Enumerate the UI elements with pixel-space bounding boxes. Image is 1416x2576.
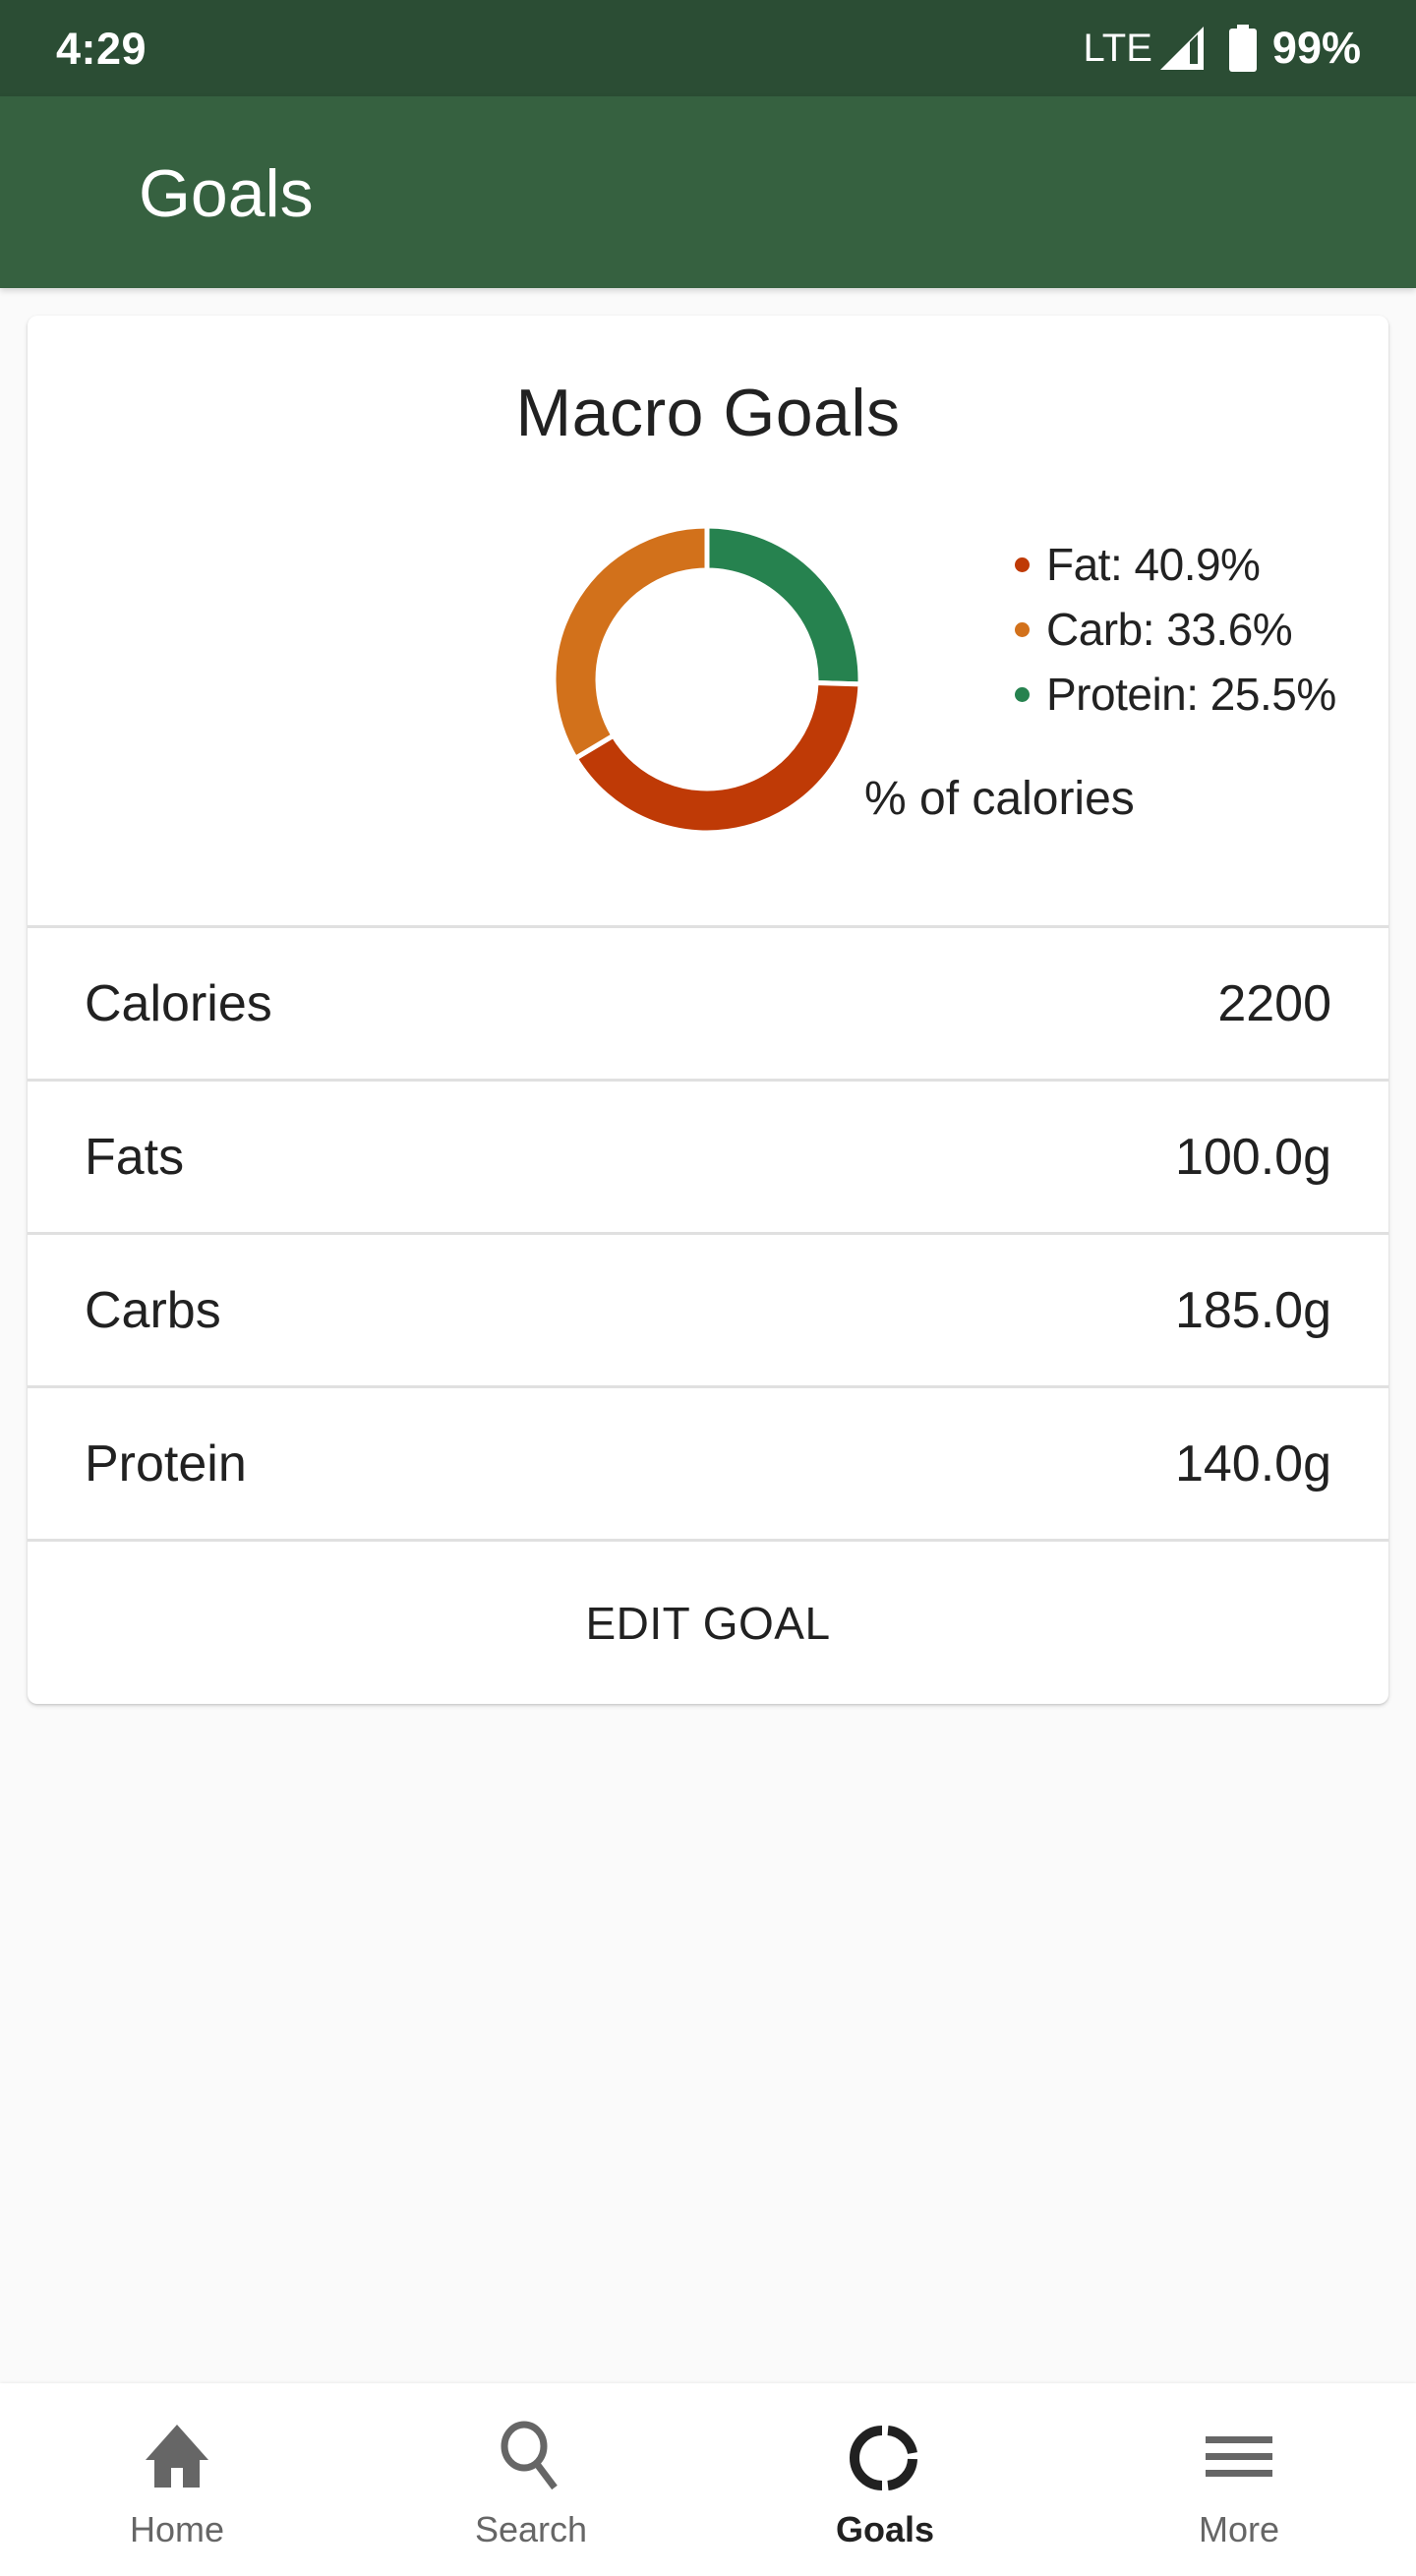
donut-slice-protein <box>704 523 863 687</box>
signal-icon <box>1159 27 1204 70</box>
legend-label: Fat: 40.9% <box>1046 539 1261 590</box>
chart-legend: Fat: 40.9% Carb: 33.6% Protein: 25.5% <box>1015 532 1336 727</box>
row-label: Protein <box>85 1434 247 1493</box>
nav-label: More <box>1198 2509 1280 2549</box>
row-value: 100.0g <box>1174 1128 1331 1186</box>
nav-label: Search <box>474 2509 588 2549</box>
goal-rows: Calories 2200 Fats 100.0g Carbs 185.0g P… <box>28 925 1388 1704</box>
goal-row-fats: Fats 100.0g <box>28 1079 1388 1232</box>
status-time: 4:29 <box>56 24 148 74</box>
legend-dot-carb <box>1015 621 1030 637</box>
donut-slice-fat <box>571 679 863 836</box>
macro-goals-card: Macro Goals Fat: 40.9% Carb: 33.6% Prote… <box>28 316 1388 1704</box>
network-type: LTE <box>1083 26 1152 70</box>
row-value: 185.0g <box>1174 1281 1331 1339</box>
bottom-nav: Home Search Goals More <box>0 2383 1416 2576</box>
battery-icon <box>1228 25 1257 72</box>
legend-label: Carb: 33.6% <box>1046 604 1293 655</box>
search-icon <box>501 2421 558 2490</box>
chart-caption: % of calories <box>864 773 1135 825</box>
goals-icon <box>850 2426 917 2490</box>
edit-goal-label: EDIT GOAL <box>585 1598 831 1649</box>
menu-icon <box>1206 2436 1272 2477</box>
goal-row-protein: Protein 140.0g <box>28 1385 1388 1539</box>
donut-slice-carb <box>551 523 710 762</box>
nav-label: Home <box>129 2509 225 2549</box>
legend-item-fat: Fat: 40.9% <box>1015 532 1336 597</box>
nav-item-search[interactable]: Search <box>354 2383 708 2576</box>
home-icon <box>146 2425 208 2488</box>
nav-item-home[interactable]: Home <box>0 2383 354 2576</box>
status-indicators: LTE 99% <box>1083 23 1361 73</box>
row-label: Carbs <box>85 1281 221 1339</box>
nav-item-goals[interactable]: Goals <box>708 2383 1062 2576</box>
status-bar: 4:29 LTE 99% <box>0 0 1416 96</box>
legend-dot-fat <box>1015 556 1030 572</box>
app-bar: Goals <box>0 96 1416 288</box>
legend-item-protein: Protein: 25.5% <box>1015 662 1336 727</box>
row-label: Fats <box>85 1128 185 1186</box>
macro-chart: Macro Goals Fat: 40.9% Carb: 33.6% Prote… <box>28 316 1388 925</box>
row-label: Calories <box>85 974 272 1032</box>
legend-dot-protein <box>1015 686 1030 702</box>
nav-item-more[interactable]: More <box>1062 2383 1416 2576</box>
row-value: 140.0g <box>1174 1434 1331 1493</box>
goal-row-carbs: Carbs 185.0g <box>28 1232 1388 1385</box>
legend-item-carb: Carb: 33.6% <box>1015 597 1336 662</box>
goal-row-calories: Calories 2200 <box>28 925 1388 1079</box>
page-title: Goals <box>139 156 314 231</box>
legend-label: Protein: 25.5% <box>1046 669 1336 720</box>
nav-label: Goals <box>835 2509 935 2549</box>
edit-goal-button[interactable]: EDIT GOAL <box>28 1539 1388 1704</box>
battery-percent: 99% <box>1271 23 1361 73</box>
row-value: 2200 <box>1217 974 1331 1032</box>
